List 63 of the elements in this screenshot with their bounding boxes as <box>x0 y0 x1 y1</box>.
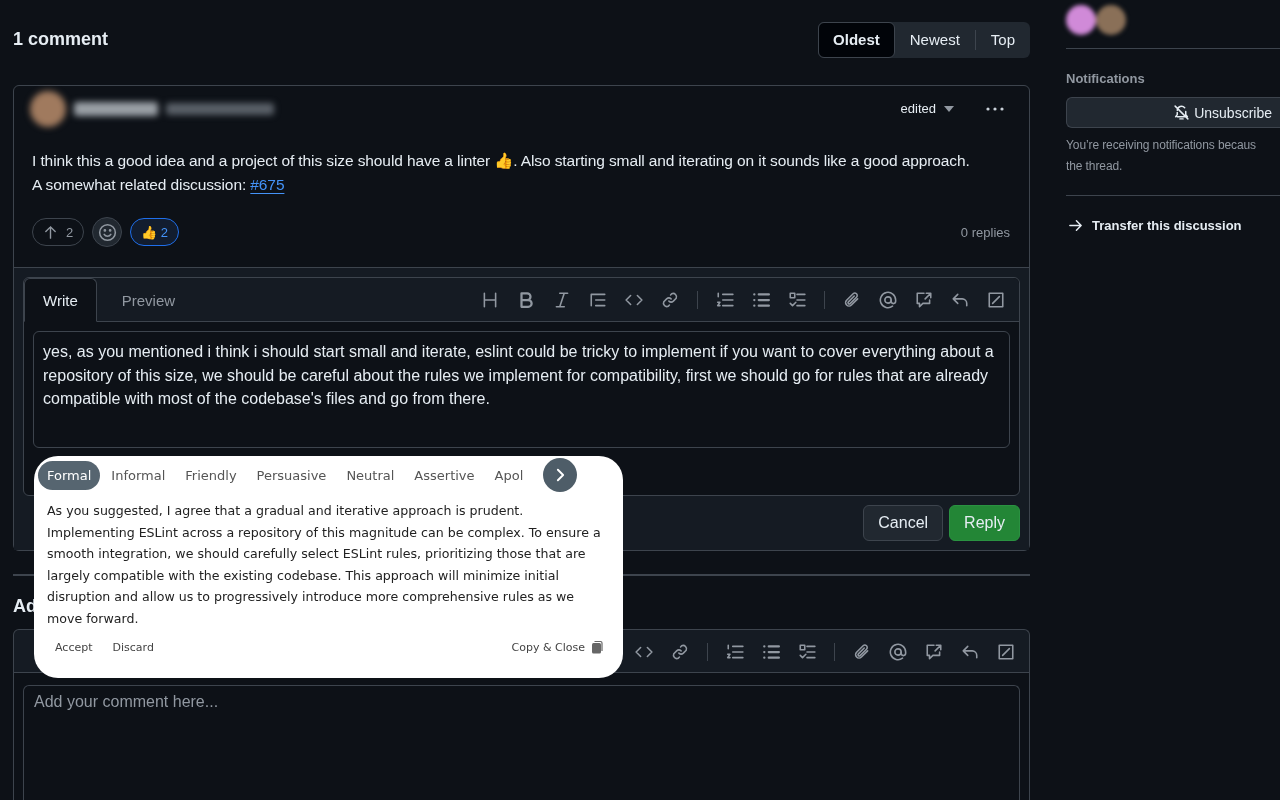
bold-icon[interactable] <box>517 290 535 309</box>
reaction-button[interactable]: 👍 2 <box>130 218 180 246</box>
avatar <box>30 90 66 127</box>
tone-tab[interactable]: Persuasive <box>247 460 336 490</box>
chevron-right-icon <box>555 468 565 482</box>
sort-option[interactable]: Top <box>975 21 1030 58</box>
more-options-icon[interactable] <box>986 106 1004 111</box>
arrow-up-icon <box>43 224 58 240</box>
numbered-list-icon[interactable] <box>716 290 734 309</box>
smiley-icon <box>97 222 117 242</box>
avatar <box>1066 5 1096 35</box>
task-list-icon[interactable] <box>798 642 816 661</box>
reply-button[interactable]: Reply <box>949 505 1020 541</box>
notifications-title: Notifications <box>1066 71 1146 86</box>
next-button[interactable] <box>543 458 577 492</box>
discussion-link[interactable]: #675 <box>250 176 285 193</box>
tone-tab[interactable]: Informal <box>102 460 175 490</box>
unsubscribe-button[interactable]: Unsubscribe <box>1066 97 1280 128</box>
edited-dropdown[interactable]: edited <box>900 101 954 116</box>
bell-off-icon <box>1173 104 1191 121</box>
discard-button[interactable]: Discard <box>108 638 158 656</box>
copy-icon <box>591 640 603 654</box>
add-reaction-button[interactable] <box>92 217 123 247</box>
suggested-text: As you suggested, I agree that a gradual and iterative approach is prudent. Implementing ESLint across a repository of this magnitude can be complex. To ensure a smooth integration, we should carefully select ESLint rules, prioritizing those that are largely compatible with the existing codebase. This approach will minimize initial disruption and allow us to progressively introduce more comprehensive rules as we move forward. <box>47 502 602 628</box>
sort-option[interactable]: Oldest <box>818 21 895 58</box>
fullscreen-icon[interactable] <box>997 642 1015 661</box>
comment-input[interactable]: Add your comment here... <box>23 685 1020 800</box>
sort-option[interactable]: Newest <box>894 21 975 58</box>
bullet-list-icon[interactable] <box>762 642 780 661</box>
cancel-button[interactable]: Cancel <box>863 505 944 541</box>
editor-tab[interactable]: Write <box>24 278 97 322</box>
link-icon[interactable] <box>671 642 689 661</box>
tone-tab[interactable]: Friendly <box>176 460 246 490</box>
accept-button[interactable]: Accept <box>51 638 97 656</box>
numbered-list-icon[interactable] <box>726 642 744 661</box>
bullet-list-icon[interactable] <box>752 290 770 309</box>
link-icon[interactable] <box>661 290 679 309</box>
cross-reference-icon[interactable] <box>925 642 943 661</box>
tone-tab[interactable]: Formal <box>38 460 101 490</box>
heading-icon[interactable] <box>481 290 499 309</box>
reply-text-area[interactable]: yes, as you mentioned i think i should start small and iterate, eslint could be tricky to implement if you want to cover everything about a repository of this size, we should be careful about the rules we implement for compatibility, first we should go for rules that are already compatible with most of the codebase's files and go from there. <box>33 331 1010 448</box>
italic-icon[interactable] <box>553 290 571 309</box>
caret-icon <box>944 105 954 112</box>
mention-icon[interactable] <box>889 642 907 661</box>
fullscreen-icon[interactable] <box>987 290 1005 309</box>
arrow-right-icon <box>1068 218 1083 233</box>
reply-count: 0 replies <box>960 224 1010 240</box>
copy-close-button[interactable]: Copy & Close <box>507 638 607 656</box>
tone-tab[interactable]: Apol <box>485 460 533 490</box>
transfer-discussion-link[interactable]: Transfer this discussion <box>1066 218 1280 233</box>
notification-notice: You’re receiving notifications becaus the thread. <box>1066 137 1257 175</box>
tone-tab[interactable]: Assertive <box>405 460 484 490</box>
comment-text: I think this a good idea and a project of this size should have a linter 👍. Also starting small and iterating on it sounds like a good approach. <box>32 151 971 171</box>
comment-count: 1 comment <box>13 29 109 50</box>
cross-reference-icon[interactable] <box>915 290 933 309</box>
editor-tab[interactable]: Preview <box>102 278 195 322</box>
avatar <box>1096 5 1126 35</box>
task-list-icon[interactable] <box>788 290 806 309</box>
tone-tab[interactable]: Neutral <box>337 460 404 490</box>
mention-icon[interactable] <box>879 290 897 309</box>
paperclip-icon[interactable] <box>843 290 861 309</box>
paperclip-icon[interactable] <box>853 642 871 661</box>
comment-text: A somewhat related discussion: #675 <box>32 175 286 195</box>
